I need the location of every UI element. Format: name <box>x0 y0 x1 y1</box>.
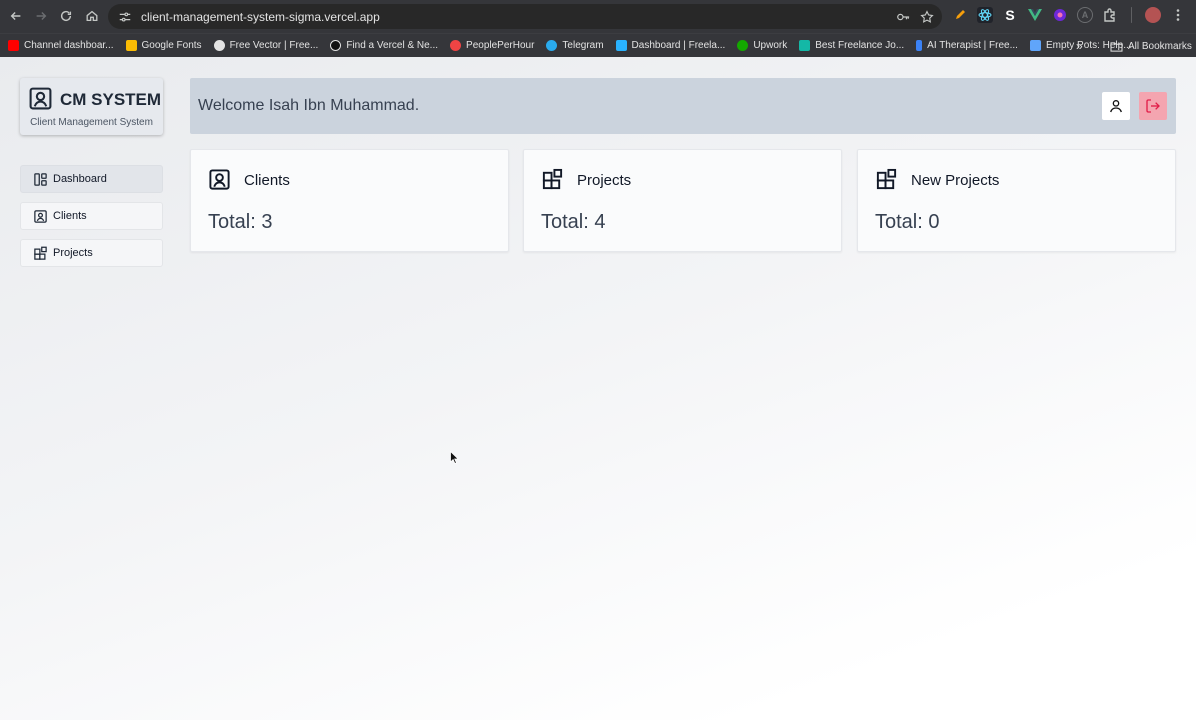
brand-title: CM SYSTEM <box>60 90 162 109</box>
bookmark-item[interactable]: Upwork <box>737 40 787 51</box>
logout-icon <box>1146 99 1160 113</box>
kebab-menu-icon[interactable] <box>1170 7 1186 23</box>
bookmark-favicon-icon <box>1029 40 1041 51</box>
folder-icon <box>1110 41 1123 52</box>
blocks-icon <box>34 246 47 260</box>
bookmark-item[interactable]: PeoplePerHour <box>450 40 534 51</box>
bookmark-star-icon[interactable] <box>920 10 934 24</box>
brand-subtitle: Client Management System <box>30 117 153 128</box>
bookmark-item[interactable]: Google Fonts <box>125 40 202 51</box>
shield-extension-icon[interactable] <box>1052 7 1068 23</box>
brand-card[interactable]: CM SYSTEM Client Management System <box>20 78 163 135</box>
back-icon[interactable] <box>3 3 29 29</box>
projects-card[interactable]: Projects Total: 4 <box>523 149 842 252</box>
all-bookmarks[interactable]: All Bookmarks <box>1110 34 1192 58</box>
react-extension-icon[interactable] <box>977 7 993 23</box>
card-title: Clients <box>244 172 290 189</box>
sidebar-item-clients[interactable]: Clients <box>20 202 163 230</box>
bookmark-item[interactable]: AI Therapist | Free... <box>916 40 1018 51</box>
blocks-icon <box>542 168 563 190</box>
dashboard-icon <box>34 172 47 186</box>
card-title: Projects <box>577 172 632 189</box>
bookmark-favicon-icon <box>450 40 462 51</box>
vue-extension-icon[interactable] <box>1027 7 1043 23</box>
bookmark-favicon-icon <box>615 40 627 51</box>
clients-card[interactable]: Clients Total: 3 <box>190 149 509 252</box>
bookmark-favicon-icon <box>737 40 749 51</box>
a-extension-icon[interactable]: A <box>1077 7 1093 23</box>
key-icon[interactable] <box>896 10 910 24</box>
bookmark-item[interactable]: Find a Vercel & Ne... <box>330 40 438 51</box>
sidebar-item-label: Clients <box>53 210 87 222</box>
bookmark-favicon-icon <box>916 40 923 51</box>
sidebar-item-label: Dashboard <box>53 173 107 185</box>
browser-toolbar: client-management-system-sigma.vercel.ap… <box>0 0 1196 33</box>
card-total: Total: 0 <box>875 211 940 233</box>
separator <box>1131 7 1132 23</box>
bookmark-favicon-icon <box>213 40 225 51</box>
welcome-header: Welcome Isah Ibn Muhammad. <box>190 78 1176 134</box>
user-icon <box>1110 100 1122 113</box>
puzzle-extensions-icon[interactable] <box>1102 7 1118 23</box>
sidebar-item-dashboard[interactable]: Dashboard <box>20 165 163 193</box>
user-square-icon <box>29 87 52 110</box>
bookmark-item[interactable]: Free Vector | Free... <box>213 40 318 51</box>
bookmark-item[interactable]: Channel dashboar... <box>8 40 114 51</box>
app-page: CM SYSTEM Client Management System Dashb… <box>0 57 1196 720</box>
mouse-cursor-icon <box>450 451 459 464</box>
user-square-icon <box>209 169 230 190</box>
card-title: New Projects <box>911 172 1000 189</box>
bookmark-favicon-icon <box>799 40 811 51</box>
bookmarks-bar: Channel dashboar... Google Fonts Free Ve… <box>0 33 1196 57</box>
blocks-icon <box>876 168 897 190</box>
bookmark-favicon-icon <box>330 40 342 51</box>
bookmark-favicon-icon <box>546 40 558 51</box>
new-projects-card[interactable]: New Projects Total: 0 <box>857 149 1176 252</box>
address-bar[interactable]: client-management-system-sigma.vercel.ap… <box>108 4 942 29</box>
home-icon[interactable] <box>79 3 105 29</box>
bookmark-item[interactable]: Best Freelance Jo... <box>799 40 904 51</box>
user-square-icon <box>34 209 47 223</box>
logout-button[interactable] <box>1139 92 1167 120</box>
reload-icon[interactable] <box>53 3 79 29</box>
sidebar-item-label: Projects <box>53 247 93 259</box>
site-info-icon[interactable] <box>118 10 132 24</box>
s-extension-icon[interactable]: S <box>1002 7 1018 23</box>
pen-extension-icon[interactable] <box>952 7 968 23</box>
url-text: client-management-system-sigma.vercel.ap… <box>141 9 380 24</box>
card-total: Total: 3 <box>208 211 273 233</box>
more-bookmarks-icon[interactable]: » <box>1076 39 1083 53</box>
sidebar-item-projects[interactable]: Projects <box>20 239 163 267</box>
profile-avatar-icon[interactable] <box>1145 7 1161 23</box>
forward-icon[interactable] <box>28 3 54 29</box>
bookmark-favicon-icon <box>8 40 19 51</box>
bookmark-favicon-icon <box>125 40 137 51</box>
bookmark-item[interactable]: Dashboard | Freela... <box>615 40 725 51</box>
welcome-text: Welcome Isah Ibn Muhammad. <box>198 97 420 114</box>
bookmark-item[interactable]: Telegram <box>546 40 604 51</box>
card-total: Total: 4 <box>541 211 606 233</box>
profile-button[interactable] <box>1102 92 1130 120</box>
